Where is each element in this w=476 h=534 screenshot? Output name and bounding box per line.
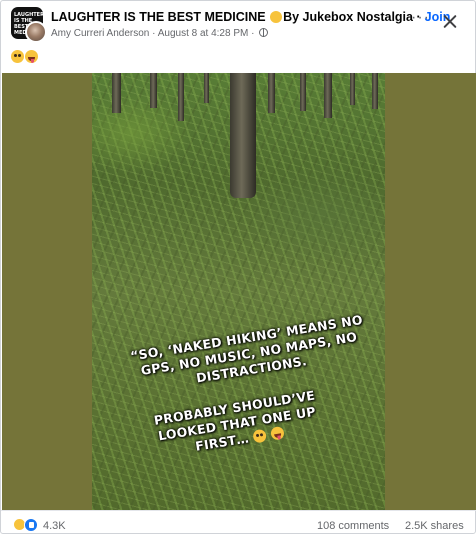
like-reaction-icon	[24, 518, 38, 532]
post-footer: 4.3K 108 comments 2.5K shares	[1, 510, 476, 534]
avatar-group[interactable]: LAUGHTER IS THE BEST MEDICINE	[11, 7, 47, 43]
tree-trunk	[178, 73, 184, 121]
tree-trunk	[112, 73, 121, 113]
tree-trunk	[300, 73, 306, 111]
zany-face-emoji-icon	[269, 425, 285, 441]
overlay-caption-2-text: PROBABLY SHOULD’VE LOOKED THAT ONE UP FI…	[152, 387, 317, 454]
globe-icon	[259, 28, 269, 37]
tree-trunk	[350, 73, 355, 105]
author-name-link[interactable]: Amy Curreri Anderson	[51, 28, 149, 39]
close-icon[interactable]	[442, 13, 458, 29]
post-meta: Amy Curreri Anderson · August 8 at 4:28 …	[51, 28, 269, 39]
reaction-count[interactable]: 4.3K	[43, 520, 66, 532]
forest-photo[interactable]: “SO, ‘NAKED HIKING’ MEANS NO GPS, NO MUS…	[92, 73, 385, 510]
page-name-link[interactable]: By Jukebox Nostalgia	[283, 10, 413, 24]
post-header: LAUGHTER IS THE BEST MEDICINE LAUGHTER I…	[1, 1, 476, 46]
comments-count-link[interactable]: 108 comments	[317, 520, 389, 532]
group-name-link[interactable]: LAUGHTER IS THE BEST MEDICINE	[51, 10, 266, 24]
tree-trunk	[204, 73, 209, 103]
overlay-caption-1: “SO, ‘NAKED HIKING’ MEANS NO GPS, NO MUS…	[129, 311, 364, 386]
overlay-caption-2: PROBABLY SHOULD’VE LOOKED THAT ONE UP FI…	[134, 385, 339, 464]
flushed-face-emoji-icon	[11, 50, 24, 63]
post-title: LAUGHTER IS THE BEST MEDICINE By Jukebox…	[51, 10, 450, 24]
tree-trunk	[268, 73, 275, 113]
more-options-icon[interactable]: ···	[411, 10, 429, 26]
author-avatar[interactable]	[25, 21, 47, 43]
post-date-link[interactable]: August 8 at 4:28 PM	[158, 28, 249, 39]
shares-count-link[interactable]: 2.5K shares	[405, 520, 464, 532]
tree-trunk	[230, 73, 256, 198]
zany-face-emoji-icon	[25, 50, 38, 63]
reaction-icons[interactable]	[13, 518, 41, 532]
tree-trunk	[150, 73, 157, 108]
flushed-face-emoji-icon	[252, 428, 268, 444]
post-card: LAUGHTER IS THE BEST MEDICINE LAUGHTER I…	[0, 0, 476, 534]
tree-trunk	[324, 73, 332, 118]
separator-dot: ·	[251, 28, 258, 39]
post-caption	[11, 50, 38, 64]
tree-trunk	[372, 73, 378, 109]
post-media[interactable]: “SO, ‘NAKED HIKING’ MEANS NO GPS, NO MUS…	[2, 73, 476, 510]
laughing-emoji-icon	[270, 11, 283, 23]
